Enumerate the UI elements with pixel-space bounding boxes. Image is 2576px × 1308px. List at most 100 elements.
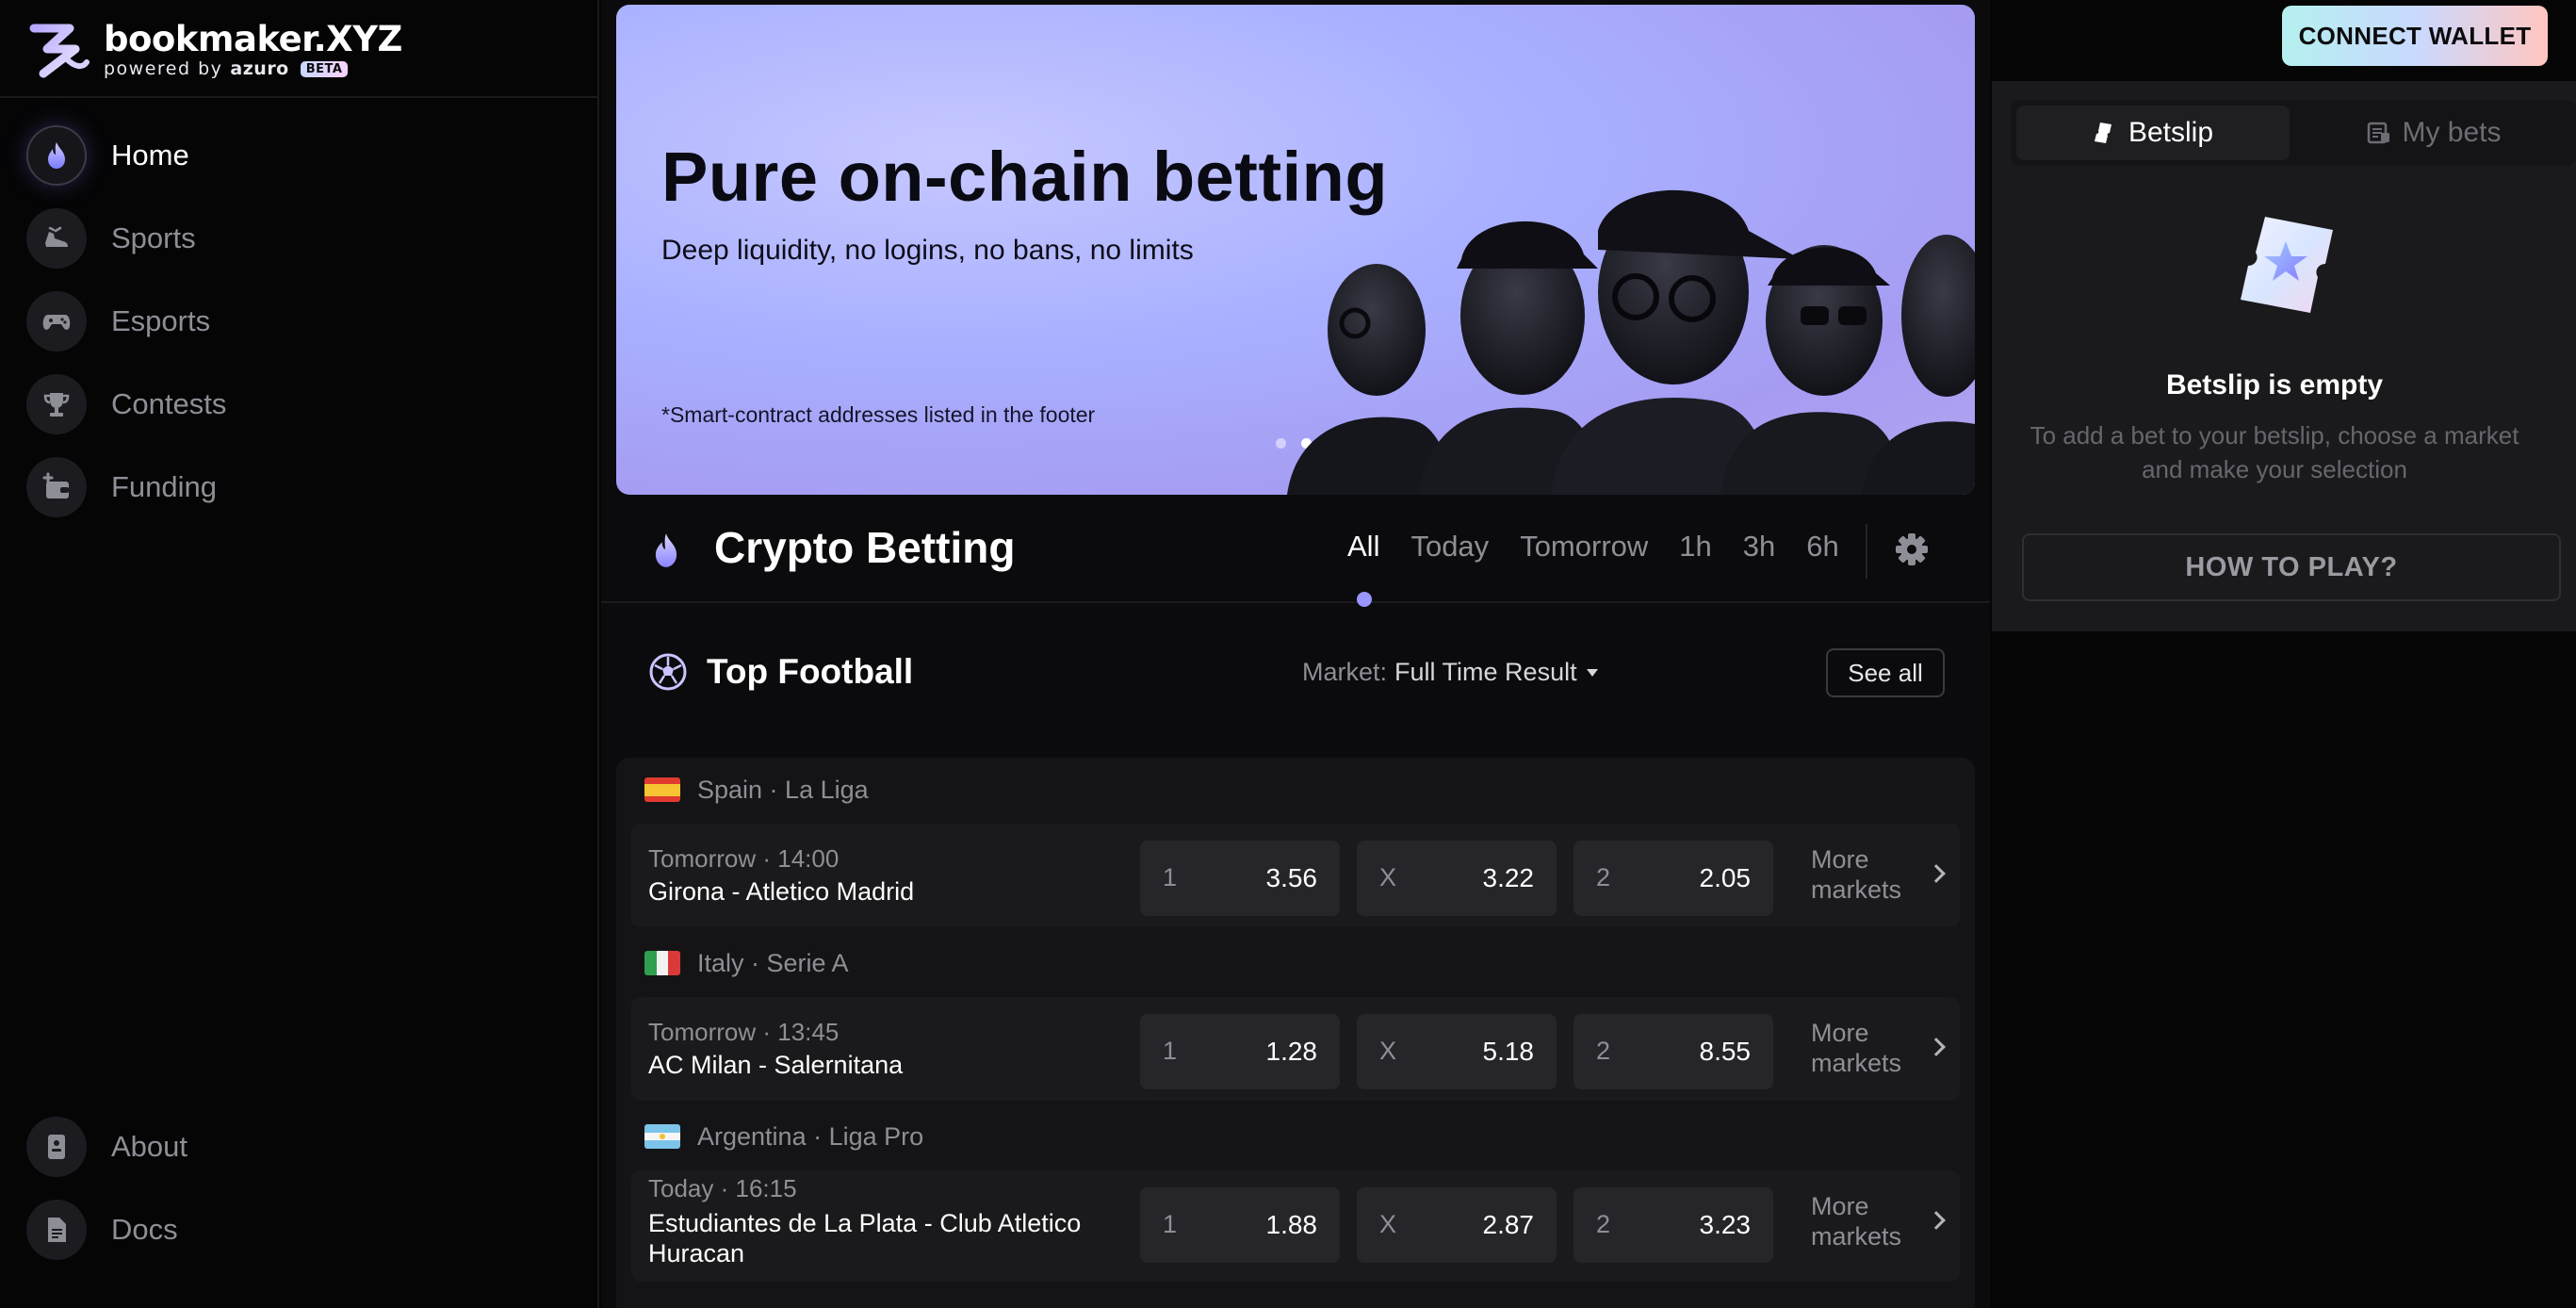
- game-row[interactable]: Today · 16:15 Estudiantes de La Plata - …: [631, 1170, 1960, 1282]
- game-time: Tomorrow · 14:00: [648, 844, 840, 873]
- sidebar-item-about[interactable]: About: [26, 1116, 187, 1178]
- odd-button-2[interactable]: 2 8.55: [1573, 1014, 1773, 1089]
- divider: [0, 96, 599, 98]
- wallet-plus-icon: [26, 457, 87, 517]
- more-markets-link[interactable]: More markets: [1811, 1018, 1915, 1078]
- sidebar-item-sports[interactable]: Sports: [26, 207, 226, 270]
- hero-note: *Smart-contract addresses listed in the …: [661, 402, 1096, 427]
- filter-3h[interactable]: 3h: [1743, 530, 1775, 564]
- sidebar-item-label: Sports: [111, 221, 196, 254]
- chevron-right-icon[interactable]: [1927, 1038, 1946, 1056]
- flame-icon: [655, 533, 677, 567]
- odd-value: 3.56: [1265, 863, 1318, 892]
- football-icon: [649, 653, 687, 691]
- chevron-right-icon[interactable]: [1927, 864, 1946, 883]
- league-name: Argentina · Liga Pro: [697, 1121, 924, 1151]
- hero-subtitle: Deep liquidity, no logins, no bans, no l…: [661, 235, 1194, 266]
- filter-today[interactable]: Today: [1410, 530, 1489, 564]
- tab-betslip[interactable]: Betslip: [2016, 106, 2290, 160]
- odd-value: 1.88: [1265, 1210, 1318, 1239]
- empty-state-title: Betslip is empty: [2165, 369, 2384, 401]
- more-markets-link[interactable]: More markets: [1811, 1191, 1915, 1251]
- filter-6h[interactable]: 6h: [1806, 530, 1838, 564]
- game-row[interactable]: Tomorrow · 13:45 AC Milan - Salernitana …: [631, 997, 1960, 1101]
- odd-outcome: 1: [1163, 863, 1178, 891]
- hero-title: Pure on-chain betting: [661, 138, 1389, 216]
- odd-button-x[interactable]: X 5.18: [1357, 1014, 1557, 1089]
- odd-outcome: 1: [1163, 1037, 1178, 1065]
- league-header[interactable]: Spain · La Liga: [644, 771, 869, 809]
- odd-button-2[interactable]: 2 2.05: [1573, 841, 1773, 916]
- chevron-right-icon[interactable]: [1927, 1211, 1946, 1230]
- league-header[interactable]: Argentina · Liga Pro: [644, 1118, 923, 1155]
- odd-button-2[interactable]: 2 3.23: [1573, 1187, 1773, 1263]
- game-row[interactable]: Tomorrow · 14:00 Girona - Atletico Madri…: [631, 824, 1960, 927]
- crypto-betting-header: Crypto Betting All Today Tomorrow 1h 3h …: [601, 498, 1990, 607]
- sidebar-item-label: Docs: [111, 1213, 178, 1246]
- brand-mark-icon: [29, 24, 90, 78]
- argentina-flag-icon: [644, 1124, 680, 1149]
- gear-icon[interactable]: [1890, 528, 1933, 571]
- brand-logo[interactable]: bookmaker.XYZ powered by azuro BETA: [28, 13, 402, 87]
- main-content: Pure on-chain betting Deep liquidity, no…: [601, 0, 1990, 1308]
- ticket-star-illustration: [2241, 217, 2333, 313]
- odd-outcome: X: [1379, 1210, 1397, 1238]
- game-time: Tomorrow · 13:45: [648, 1018, 840, 1046]
- divider: [1866, 524, 1867, 579]
- powered-by-label: powered by: [104, 58, 223, 79]
- ticket-icon: [2094, 123, 2111, 143]
- odd-button-1[interactable]: 1 3.56: [1140, 841, 1340, 916]
- trophy-icon: [26, 374, 87, 434]
- carousel-dot[interactable]: [1276, 438, 1286, 449]
- odd-outcome: 2: [1596, 1210, 1611, 1238]
- more-markets-link[interactable]: More markets: [1811, 844, 1915, 905]
- odd-value: 5.18: [1482, 1037, 1535, 1066]
- sidebar-item-label: Contests: [111, 387, 227, 420]
- market-value: Full Time Result: [1394, 658, 1577, 686]
- betslip-tabs: Betslip My bets: [2011, 100, 2576, 166]
- odd-button-1[interactable]: 1 1.28: [1140, 1014, 1340, 1089]
- odd-outcome: X: [1379, 863, 1397, 891]
- filter-1h[interactable]: 1h: [1679, 530, 1711, 564]
- sneaker-icon: [26, 208, 87, 269]
- betslip-panel: Betslip My bets Betslip is empty To add …: [1992, 81, 2576, 631]
- sidebar-item-docs[interactable]: Docs: [26, 1199, 187, 1261]
- sidebar-item-contests[interactable]: Contests: [26, 373, 226, 435]
- game-teams: Estudiantes de La Plata - Club Atletico …: [648, 1209, 1082, 1267]
- odd-outcome: 2: [1596, 863, 1611, 891]
- sidebar-footer-nav: About Docs: [26, 1116, 187, 1282]
- active-filter-indicator: [1357, 592, 1372, 607]
- odd-outcome: X: [1379, 1037, 1397, 1065]
- sidebar-nav: Home Sports Esports Contests Funding: [26, 124, 226, 539]
- gamepad-icon: [26, 291, 87, 352]
- connect-wallet-button[interactable]: CONNECT WALLET: [2282, 6, 2548, 66]
- italy-flag-icon: [644, 951, 680, 975]
- tab-my-bets[interactable]: My bets: [2297, 106, 2570, 160]
- sidebar-item-funding[interactable]: Funding: [26, 456, 226, 518]
- hero-banner[interactable]: Pure on-chain betting Deep liquidity, no…: [616, 5, 1975, 495]
- sidebar-item-label: Esports: [111, 304, 211, 337]
- bets-history-icon: [2368, 122, 2390, 144]
- sidebar-item-home[interactable]: Home: [26, 124, 226, 187]
- caret-down-icon: [1586, 668, 1598, 677]
- filter-all[interactable]: All: [1347, 530, 1379, 564]
- see-all-button[interactable]: See all: [1826, 648, 1945, 697]
- odd-button-x[interactable]: X 3.22: [1357, 841, 1557, 916]
- brand-name: bookmaker.XYZ: [104, 19, 402, 59]
- market-select[interactable]: Market: Full Time Result: [1302, 658, 1598, 687]
- time-filter-tabs: All Today Tomorrow 1h 3h 6h: [1347, 530, 1870, 564]
- odd-button-x[interactable]: X 2.87: [1357, 1187, 1557, 1263]
- odd-outcome: 2: [1596, 1037, 1611, 1065]
- filter-tomorrow[interactable]: Tomorrow: [1520, 530, 1648, 564]
- odd-button-1[interactable]: 1 1.88: [1140, 1187, 1340, 1263]
- empty-state-description: To add a bet to your betslip, choose a m…: [2030, 421, 2519, 483]
- section-title: Top Football: [707, 652, 914, 691]
- partner-name: azuro: [230, 58, 289, 79]
- document-icon: [26, 1200, 87, 1260]
- how-to-play-button[interactable]: HOW TO PLAY?: [2022, 533, 2561, 601]
- sidebar-item-esports[interactable]: Esports: [26, 290, 226, 352]
- league-header[interactable]: Italy · Serie A: [644, 944, 849, 982]
- sidebar-item-label: Home: [111, 139, 189, 172]
- sidebar: bookmaker.XYZ powered by azuro BETA Home…: [0, 0, 599, 1308]
- odd-value: 3.23: [1699, 1210, 1752, 1239]
